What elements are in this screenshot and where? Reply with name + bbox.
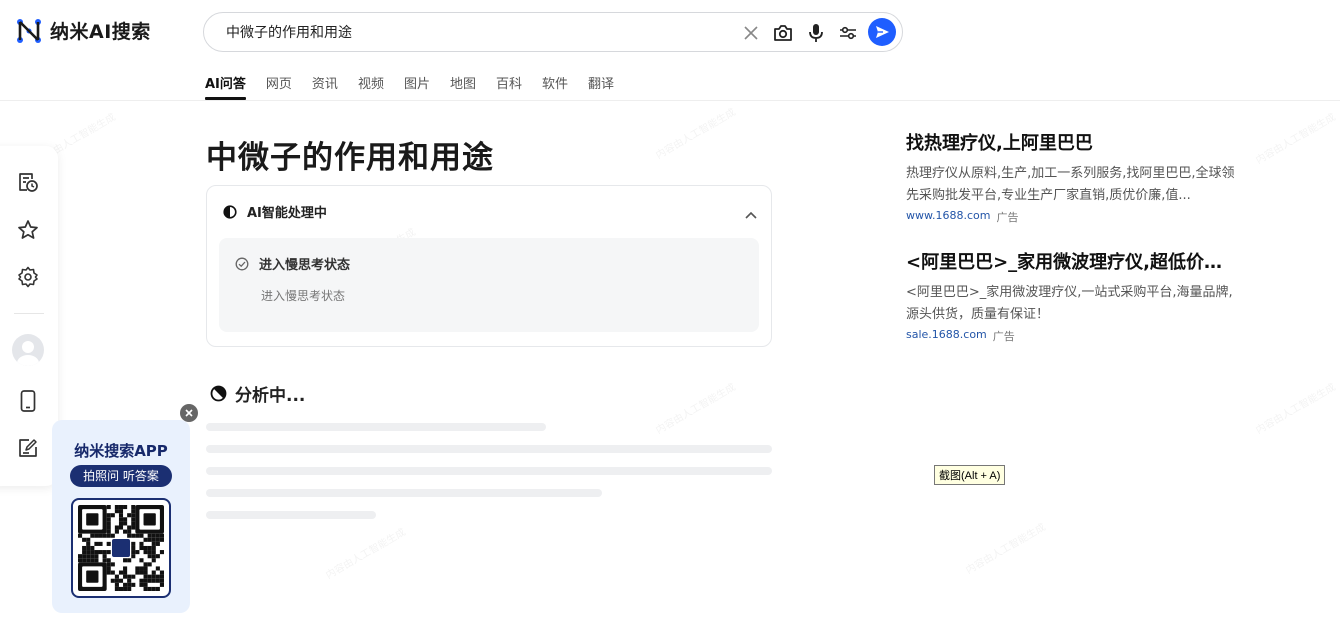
app-promo-card: 纳米搜索APP 拍照问 听答案 (52, 420, 190, 613)
collapse-button[interactable] (745, 204, 757, 223)
search-tabs: AI问答 网页 资讯 视频 图片 地图 百科 软件 翻译 (205, 73, 634, 100)
microphone-icon (809, 24, 823, 42)
sliders-icon (840, 26, 856, 40)
avatar[interactable] (12, 334, 44, 366)
logo-icon (17, 18, 41, 43)
check-circle-icon (235, 257, 249, 270)
gear-icon (18, 266, 38, 288)
search-submit-button[interactable] (868, 18, 896, 46)
loading-skeleton-line (206, 511, 376, 519)
tab-software[interactable]: 软件 (542, 73, 568, 100)
phone-icon (20, 390, 36, 412)
promo-title: 纳米搜索APP (74, 442, 168, 460)
loading-skeleton-line (206, 445, 772, 453)
brand-name: 纳米AI搜索 (50, 21, 151, 43)
edit-note-icon (19, 439, 37, 457)
tab-baike[interactable]: 百科 (496, 73, 522, 100)
history-button[interactable] (16, 170, 40, 194)
tab-translate[interactable]: 翻译 (588, 73, 614, 100)
chevron-up-icon (745, 211, 757, 219)
ai-status-header[interactable]: AI智能处理中 (223, 202, 327, 221)
loading-icon (210, 385, 227, 402)
promo-tagline: 拍照问 听答案 (70, 465, 172, 487)
ad-label: 广告 (996, 211, 1019, 224)
ai-answer-card: AI智能处理中 进入慢思考状态 进入慢思考状态 (206, 185, 772, 347)
ad-meta: sale.1688.com 广告 (906, 328, 1236, 344)
watermark: 内容由人工智能生成 (654, 106, 738, 162)
thinking-panel: 进入慢思考状态 进入慢思考状态 (219, 238, 759, 332)
thinking-step: 进入慢思考状态 (235, 254, 350, 273)
tab-map[interactable]: 地图 (450, 73, 476, 100)
close-icon (185, 409, 193, 417)
favorites-button[interactable] (16, 218, 40, 242)
clear-search-button[interactable] (740, 22, 762, 44)
tab-video[interactable]: 视频 (358, 73, 384, 100)
header-divider (0, 100, 1340, 101)
half-circle-icon (223, 204, 237, 219)
thinking-step-detail: 进入慢思考状态 (261, 289, 346, 303)
ad-description: 热理疗仪从原料,生产,加工一系列服务,找阿里巴巴,全球领先采购批发平台,专业生产… (906, 166, 1235, 203)
watermark: 内容由人工智能生成 (1254, 111, 1338, 167)
user-icon (17, 341, 39, 366)
send-icon (876, 26, 889, 38)
ad-title[interactable]: <阿里巴巴>_家用微波理疗仪,超低价供... (906, 248, 1236, 274)
ad-url[interactable]: www.1688.com (906, 209, 990, 225)
notes-button[interactable] (16, 436, 40, 460)
ai-status-text: AI智能处理中 (247, 206, 327, 221)
qr-code (71, 498, 171, 598)
camera-icon (774, 25, 792, 41)
loading-skeleton-line (206, 467, 772, 475)
analyzing-text: 分析中... (235, 386, 306, 406)
voice-search-button[interactable] (805, 22, 827, 44)
tab-news[interactable]: 资讯 (312, 73, 338, 100)
watermark: 内容由人工智能生成 (324, 526, 408, 582)
page-title: 中微子的作用和用途 (206, 140, 494, 176)
watermark: 内容由人工智能生成 (1254, 381, 1338, 437)
mobile-app-button[interactable] (16, 389, 40, 413)
loading-skeleton-line (206, 489, 602, 497)
ad-label: 广告 (992, 330, 1015, 343)
search-box (203, 12, 903, 52)
ad-description: <阿里巴巴>_家用微波理疗仪,一站式采购平台,海量品牌,源头供货，质量有保证！ (906, 285, 1233, 322)
loading-skeleton-line (206, 423, 546, 431)
search-settings-button[interactable] (837, 22, 859, 44)
ad-url[interactable]: sale.1688.com (906, 328, 987, 344)
logo[interactable]: 纳米AI搜索 (16, 17, 151, 44)
tab-images[interactable]: 图片 (404, 73, 430, 100)
image-search-button[interactable] (772, 22, 794, 44)
watermark: 内容由人工智能生成 (654, 381, 738, 437)
ad-result: 找热理疗仪,上阿里巴巴 热理疗仪从原料,生产,加工一系列服务,找阿里巴巴,全球领… (906, 129, 1236, 225)
close-promo-button[interactable] (180, 404, 198, 422)
left-sidebar (0, 146, 58, 486)
tab-ai-qa[interactable]: AI问答 (205, 73, 246, 100)
screenshot-tooltip: 截图(Alt + A) (934, 465, 1006, 485)
settings-button[interactable] (16, 265, 40, 289)
ad-title[interactable]: 找热理疗仪,上阿里巴巴 (906, 129, 1236, 155)
history-icon (19, 173, 38, 192)
qr-code-icon (78, 505, 164, 591)
close-icon (744, 26, 758, 40)
search-input[interactable] (226, 22, 726, 42)
watermark: 内容由人工智能生成 (964, 521, 1048, 577)
ad-result: <阿里巴巴>_家用微波理疗仪,超低价供... <阿里巴巴>_家用微波理疗仪,一站… (906, 248, 1236, 344)
analyzing-status: 分析中... (210, 381, 305, 406)
thinking-step-title: 进入慢思考状态 (259, 258, 351, 273)
ad-meta: www.1688.com 广告 (906, 209, 1236, 225)
star-icon (18, 220, 38, 239)
tab-web[interactable]: 网页 (266, 73, 292, 100)
sidebar-divider (14, 313, 44, 314)
